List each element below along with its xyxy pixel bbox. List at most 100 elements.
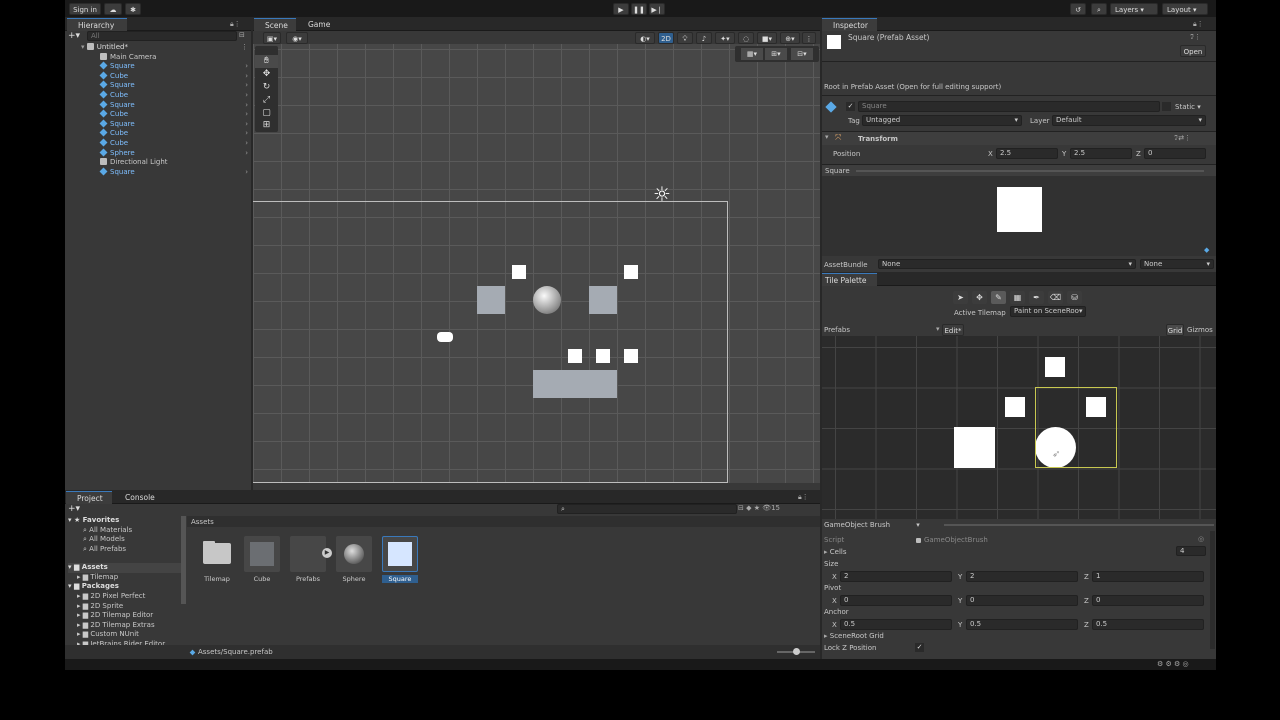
static-checkbox[interactable] — [1162, 102, 1171, 111]
transform-header[interactable]: ▾ ⤧ Transform ❔︎⇄⋮ — [822, 131, 1216, 145]
gizmos-toggle[interactable]: Gizmos — [1187, 326, 1213, 334]
scene-root[interactable]: ▾ Untitled* — [81, 43, 128, 53]
eraser-icon[interactable]: ⌫ — [1048, 291, 1063, 304]
lock-z-checkbox[interactable]: ✓ — [915, 643, 924, 652]
grid-snap-icon[interactable]: ▦▾ — [741, 48, 763, 60]
hierarchy-item[interactable]: Cube › — [99, 109, 251, 120]
snap-settings-icon[interactable]: ⊟▾ — [791, 48, 813, 60]
hidden-objects-icon[interactable]: ◌ — [738, 32, 754, 44]
tab-project[interactable]: Project — [66, 491, 112, 504]
square-object[interactable] — [512, 265, 526, 279]
anchor-z-field[interactable]: 0.5 — [1092, 619, 1204, 630]
favorite-item[interactable]: ⌕ All Models — [83, 535, 125, 545]
assets-section[interactable]: ▾ ▆ Assets — [68, 563, 181, 573]
layer-dropdown[interactable]: Default ▾ — [1052, 115, 1206, 126]
palette-dropdown-label[interactable]: Prefabs — [824, 326, 850, 334]
hierarchy-item[interactable]: Square › — [99, 61, 251, 72]
open-button[interactable]: Open — [1180, 45, 1206, 57]
chevron-right-icon[interactable]: › — [245, 149, 248, 159]
package-folder[interactable]: ▸ ▆ 2D Tilemap Extras — [77, 621, 155, 631]
favorite-item[interactable]: ⌕ All Prefabs — [83, 545, 126, 555]
move-tool-icon[interactable]: ✥ — [972, 291, 987, 304]
project-filter-icons[interactable]: ⊟ ◆ ★ 👁︎15 — [738, 504, 780, 512]
favorite-item[interactable]: ⌕ All Materials — [83, 526, 132, 536]
hierarchy-search-input[interactable]: All — [87, 31, 237, 41]
size-x-field[interactable]: 2 — [840, 571, 952, 582]
draw-mode-icon[interactable]: ▣▾ — [263, 32, 281, 44]
palette-dropdown-icon[interactable]: ▾ — [936, 325, 940, 333]
assetbundle-dropdown[interactable]: None ▾ — [878, 259, 1136, 269]
size-z-field[interactable]: 1 — [1092, 571, 1204, 582]
pivot-y-field[interactable]: 0 — [966, 595, 1078, 606]
hand-tool-icon[interactable]: ✋︎ — [255, 55, 278, 68]
chevron-right-icon[interactable]: › — [245, 72, 248, 82]
sceneroot-grid-label[interactable]: ▸ SceneRoot Grid — [824, 632, 884, 640]
scene-menu-icon[interactable]: ⋮ — [802, 32, 816, 44]
rotate-tool-icon[interactable]: ↻ — [255, 81, 278, 94]
transform-tool-icon[interactable]: ⊞ — [255, 119, 278, 132]
grid-toggle[interactable]: Grid — [1166, 324, 1184, 336]
hierarchy-item[interactable]: Directional Light — [100, 158, 251, 168]
gizmos-icon[interactable]: ⊕▾ — [780, 32, 800, 44]
hierarchy-item[interactable]: Cube › — [99, 90, 251, 101]
brush-dropdown[interactable]: GameObject Brush ▾ — [824, 521, 920, 529]
assetbundle-variant-dropdown[interactable]: None ▾ — [1140, 259, 1214, 269]
project-search-input[interactable]: ⌕ — [557, 504, 737, 514]
status-icons[interactable]: ⚙ ⚙ ⚙ ◎ — [1157, 660, 1189, 668]
tab-game[interactable]: Game — [297, 18, 337, 31]
inspector-lock-icon[interactable]: 🔒︎⋮ — [1193, 20, 1204, 29]
search-icon[interactable]: ⌕ — [1091, 3, 1107, 15]
audio-icon[interactable]: ♪ — [696, 32, 712, 44]
hierarchy-item[interactable]: Sphere › — [99, 148, 251, 159]
scale-tool-icon[interactable]: ⤢ — [255, 94, 278, 107]
brush-scrollbar[interactable] — [1210, 531, 1215, 649]
select-tool-icon[interactable]: ➤ — [953, 291, 968, 304]
layers-dropdown[interactable]: Layers ▾ — [1110, 3, 1158, 15]
square-object[interactable] — [624, 349, 638, 363]
chevron-right-icon[interactable]: › — [245, 168, 248, 178]
packages-section[interactable]: ▾ ▆ Packages — [68, 582, 119, 592]
active-tilemap-dropdown[interactable]: Paint on SceneRoo▾ — [1010, 306, 1086, 317]
mode-2d-toggle[interactable]: 2D — [658, 32, 674, 44]
help-icon[interactable]: ❔︎⋮ — [1190, 33, 1201, 42]
palette-square-tile[interactable] — [1005, 397, 1025, 417]
preview-header[interactable]: Square — [822, 164, 1216, 176]
tree-scrollbar[interactable] — [181, 516, 186, 604]
chevron-right-icon[interactable]: › — [245, 139, 248, 149]
asset-prefabs[interactable]: ▶ Prefabs — [290, 536, 332, 583]
static-label[interactable]: Static ▾ — [1175, 103, 1201, 111]
sign-in-button[interactable]: Sign in — [69, 3, 101, 15]
hierarchy-item[interactable]: Square › — [99, 100, 251, 111]
tab-inspector[interactable]: Inspector — [822, 18, 877, 31]
hierarchy-item[interactable]: Cube › — [99, 71, 251, 82]
view-options-icon[interactable]: ◉▾ — [286, 32, 308, 44]
pivot-z-field[interactable]: 0 — [1092, 595, 1204, 606]
cube-object[interactable] — [477, 286, 505, 314]
hierarchy-item[interactable]: Square › — [99, 80, 251, 91]
hierarchy-item[interactable]: Main Camera — [100, 52, 251, 63]
chevron-right-icon[interactable]: › — [245, 129, 248, 139]
hierarchy-item[interactable]: Cube › — [99, 128, 251, 139]
anchor-x-field[interactable]: 0.5 — [840, 619, 952, 630]
cube-object[interactable] — [533, 370, 617, 398]
project-lock-icon[interactable]: 🔒︎⋮ — [798, 493, 809, 502]
chevron-right-icon[interactable]: › — [245, 62, 248, 72]
chevron-right-icon[interactable]: › — [245, 101, 248, 111]
play-button[interactable]: ▶ — [613, 3, 629, 15]
directional-light-icon[interactable]: ☼ — [653, 182, 671, 206]
asset-sphere[interactable]: Sphere — [336, 536, 372, 583]
add-icon[interactable]: +▾ — [68, 31, 80, 41]
package-folder[interactable]: ▸ ▆ 2D Sprite — [77, 602, 123, 612]
cells-count-field[interactable]: 4 — [1176, 546, 1206, 556]
package-folder[interactable]: ▸ ▆ Custom NUnit — [77, 630, 139, 640]
sphere-object[interactable] — [533, 286, 561, 314]
position-z-field[interactable]: 0 — [1144, 148, 1206, 159]
move-tool-icon[interactable]: ✥ — [255, 68, 278, 81]
asset-tilemap[interactable]: Tilemap — [199, 536, 235, 583]
size-y-field[interactable]: 2 — [966, 571, 1078, 582]
position-y-field[interactable]: 2.5 — [1070, 148, 1132, 159]
square-object[interactable] — [596, 349, 610, 363]
edit-button[interactable]: Edit* — [942, 324, 964, 336]
position-x-field[interactable]: 2.5 — [996, 148, 1058, 159]
lock-icon[interactable]: 🔒︎⋮ — [230, 20, 241, 29]
